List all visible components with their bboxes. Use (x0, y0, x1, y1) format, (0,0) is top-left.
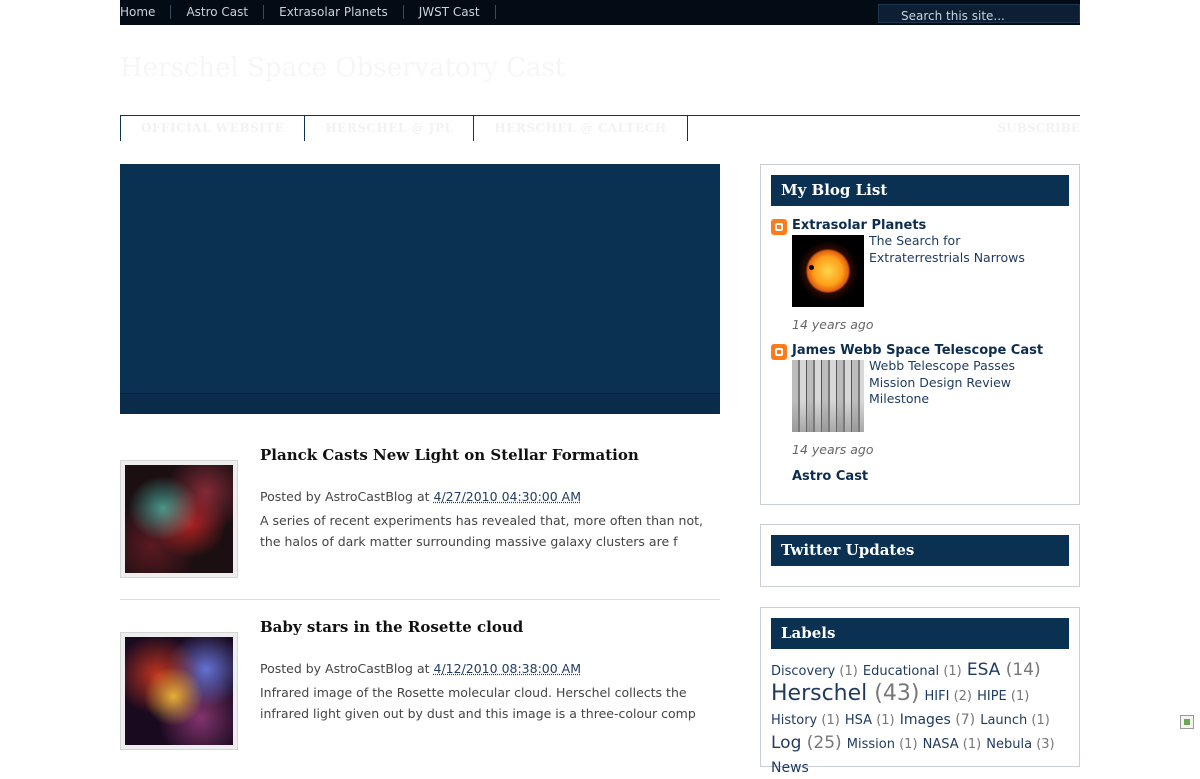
label-item: HSA (1) (845, 713, 895, 728)
blog-post-link[interactable]: The Search for Extraterrestrials Narrows (869, 233, 1034, 266)
blog-name-link[interactable]: Astro Cast (792, 469, 868, 484)
label-count: (2) (949, 689, 972, 704)
label-link[interactable]: Images (900, 712, 951, 728)
post-title[interactable]: Baby stars in the Rosette cloud (260, 618, 523, 636)
label-count: (3) (1032, 737, 1055, 752)
label-link[interactable]: ESA (967, 660, 1000, 680)
label-count: (1) (939, 664, 962, 679)
label-item: Images (7) (900, 712, 975, 728)
label-count: (1) (872, 713, 895, 728)
telescope-lab-thumbnail[interactable] (792, 360, 864, 432)
label-link[interactable]: Mission (847, 737, 895, 752)
top-nav: Home Astro Cast Extrasolar Planets JWST … (120, 5, 496, 19)
post-meta: Posted by AstroCastBlog at 4/27/2010 04:… (260, 489, 581, 504)
label-item: News (771, 760, 809, 776)
label-item: Log (25) (771, 733, 842, 753)
broken-image-icon (1180, 715, 1194, 729)
blog-name-link[interactable]: James Webb Space Telescope Cast (792, 343, 1043, 358)
post-meta: Posted by AstroCastBlog at 4/12/2010 08:… (260, 661, 581, 676)
label-link[interactable]: News (771, 760, 809, 776)
label-count: (14) (1000, 660, 1041, 680)
subscribe-link[interactable]: SUBSCRIBE (998, 121, 1080, 135)
blog-post-age: 14 years ago (792, 317, 874, 332)
label-link[interactable]: Educational (863, 664, 939, 679)
label-count: (1) (835, 664, 858, 679)
post-author: Posted by AstroCastBlog at (260, 661, 430, 676)
label-item: Discovery (1) (771, 664, 858, 679)
label-item: Herschel (43) (771, 681, 919, 706)
blog-list-widget: My Blog List Extrasolar Planets The Sear… (760, 164, 1080, 505)
post-excerpt: A series of recent experiments has revea… (260, 513, 703, 549)
blog-post-link[interactable]: Webb Telescope Passes Mission Design Rev… (869, 358, 1034, 408)
twitter-widget: Twitter Updates (760, 524, 1080, 587)
search-box (878, 4, 1080, 25)
nav-herschel-jpl[interactable]: HERSCHEL @ JPL (304, 116, 475, 141)
label-item: HIPE (1) (977, 689, 1029, 704)
label-cloud: Discovery (1) Educational (1) ESA (14) H… (771, 659, 1071, 779)
post-thumbnail[interactable] (120, 460, 238, 578)
featured-slider[interactable] (120, 164, 720, 414)
nav-official-website[interactable]: OFFICIAL WEBSITE (120, 116, 306, 141)
label-item: History (1) (771, 713, 840, 728)
label-link[interactable]: History (771, 713, 817, 728)
label-item: NASA (1) (923, 737, 982, 752)
widget-heading: My Blog List (771, 175, 1069, 206)
topnav-home-link[interactable]: Home (120, 5, 172, 19)
label-count: (1) (1027, 713, 1050, 728)
topnav-extrasolar-planets-link[interactable]: Extrasolar Planets (264, 5, 404, 19)
post-divider (120, 599, 720, 600)
topnav-astro-cast-link[interactable]: Astro Cast (171, 5, 265, 19)
label-link[interactable]: HSA (845, 713, 872, 728)
topnav-jwst-cast-link[interactable]: JWST Cast (404, 5, 496, 19)
label-count: (25) (801, 733, 842, 753)
post-title[interactable]: Planck Casts New Light on Stellar Format… (260, 446, 639, 464)
nav-herschel-caltech[interactable]: HERSCHEL @ CALTECH (473, 116, 688, 141)
labels-widget: Labels Discovery (1) Educational (1) ESA… (760, 607, 1080, 776)
label-item: Launch (1) (980, 713, 1050, 728)
post-date-link[interactable]: 4/27/2010 04:30:00 AM (434, 489, 582, 504)
post-author: Posted by AstroCastBlog at (260, 489, 430, 504)
main-nav: OFFICIAL WEBSITE HERSCHEL @ JPL HERSCHEL… (120, 116, 688, 141)
blogger-icon (771, 344, 787, 360)
featured-caption-strip (120, 393, 720, 414)
label-count: (1) (1006, 689, 1030, 704)
label-link[interactable]: HIPE (977, 689, 1007, 704)
label-item: HIFI (2) (925, 689, 972, 704)
label-link[interactable]: Discovery (771, 664, 835, 679)
label-link[interactable]: NASA (923, 737, 959, 752)
label-count: (1) (817, 713, 840, 728)
blog-name-link[interactable]: Extrasolar Planets (792, 218, 926, 233)
label-item: ESA (14) (967, 660, 1041, 680)
label-link[interactable]: Log (771, 733, 801, 753)
top-bar: Home Astro Cast Extrasolar Planets JWST … (120, 0, 1080, 25)
label-link[interactable]: Nebula (986, 737, 1032, 752)
label-link[interactable]: HIFI (925, 689, 950, 704)
blog-title[interactable]: Herschel Space Observatory Cast (120, 53, 565, 83)
nebula-image (125, 637, 233, 745)
nebula-image (125, 465, 233, 573)
label-link[interactable]: Launch (980, 713, 1027, 728)
label-count: (1) (958, 737, 982, 752)
label-count: (43) (867, 681, 920, 706)
post-thumbnail[interactable] (120, 632, 238, 750)
blogger-icon (771, 219, 787, 235)
label-count: (1) (894, 737, 918, 752)
sun-thumbnail[interactable] (792, 235, 864, 307)
label-item: Nebula (3) (986, 737, 1054, 752)
post-excerpt: Infrared image of the Rosette molecular … (260, 685, 696, 721)
widget-heading: Twitter Updates (771, 535, 1069, 566)
label-count: (7) (950, 712, 976, 728)
post-date-link[interactable]: 4/12/2010 08:38:00 AM (434, 661, 582, 676)
label-item: Mission (1) (847, 737, 918, 752)
search-input[interactable] (879, 7, 1079, 25)
label-item: Educational (1) (863, 664, 962, 679)
blog-post-age: 14 years ago (792, 442, 874, 457)
widget-heading: Labels (771, 618, 1069, 649)
label-link[interactable]: Herschel (771, 681, 867, 706)
